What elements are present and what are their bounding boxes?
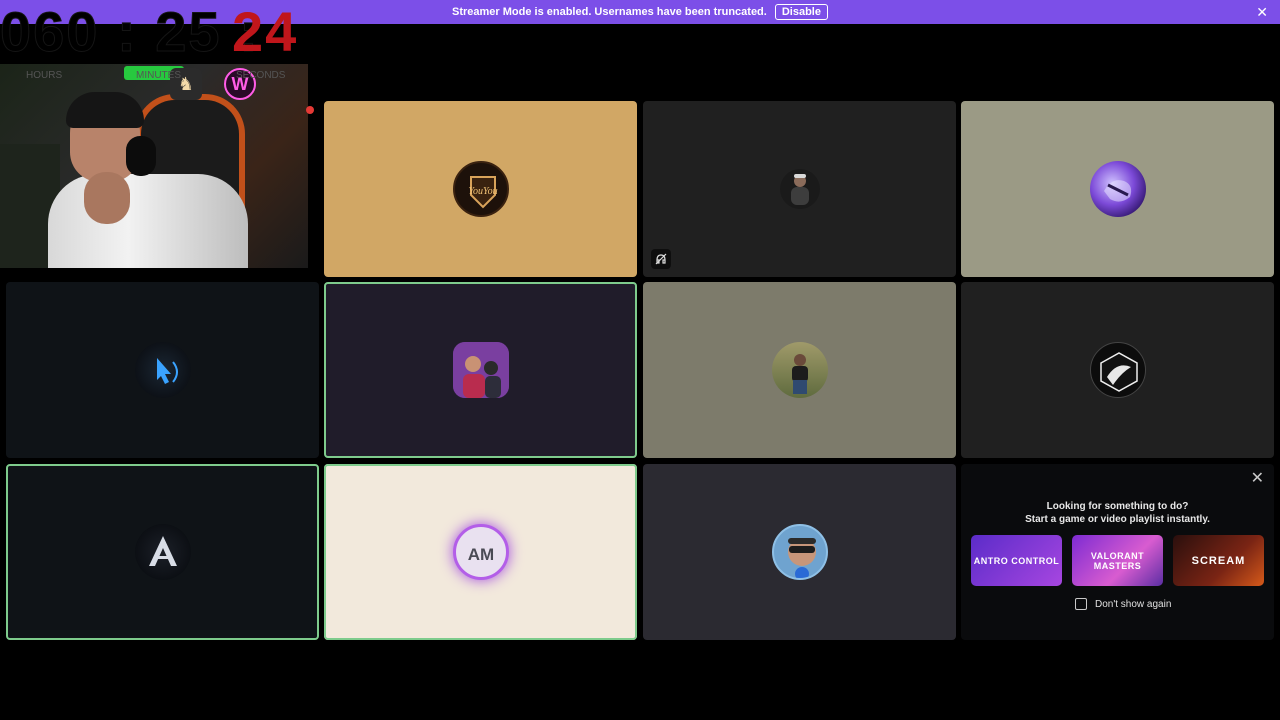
banner-message: Streamer Mode is enabled. Usernames have… <box>452 6 767 18</box>
dont-show-again-label: Don't show again <box>1095 598 1172 610</box>
black-art-icon <box>1099 352 1138 392</box>
man-sunglasses-icon <box>787 538 816 578</box>
youyou-text: YouYou <box>468 186 497 197</box>
am-text: AM <box>467 545 493 564</box>
streamer-hair <box>66 92 144 128</box>
streamer-hand <box>84 172 130 224</box>
timer-hours: 060 <box>0 0 100 63</box>
participant-tile-6[interactable] <box>643 282 956 458</box>
headset <box>126 136 156 176</box>
participant-tile-10[interactable] <box>643 464 956 640</box>
close-icon[interactable]: ✕ <box>1256 4 1268 20</box>
card-title: SCREAM <box>1191 554 1246 567</box>
card-title: ANTRO CONTROL <box>973 555 1060 566</box>
participant-tile-youyou[interactable]: YouYou <box>324 101 637 277</box>
avatar <box>1089 161 1146 217</box>
card-title: VALORANT MASTERS <box>1090 550 1145 571</box>
activity-heading: Looking for something to do? <box>1046 501 1189 512</box>
avatar <box>134 524 191 580</box>
participant-tile-3[interactable] <box>961 101 1274 277</box>
activity-subheading: Start a game or video playlist instantly… <box>1025 514 1210 525</box>
deafened-icon <box>651 249 671 269</box>
avatar <box>134 342 191 398</box>
timer-minutes: 25 <box>155 0 222 63</box>
avatar <box>452 342 509 398</box>
avatar <box>1089 342 1146 398</box>
dont-show-again-checkbox[interactable]: Don't show again <box>1075 598 1171 610</box>
participant-tile-4[interactable] <box>6 282 319 458</box>
avatar <box>771 342 828 398</box>
timer-label-hours: HOURS <box>26 70 63 81</box>
participant-tile-5[interactable] <box>324 282 637 458</box>
activity-card-scream[interactable]: SCREAM <box>1173 535 1264 586</box>
activity-suggestion-panel: ✕ Looking for something to do? Start a g… <box>961 464 1274 640</box>
participant-tile-2[interactable] <box>643 101 956 277</box>
timer-label-seconds: SECONDS <box>236 70 286 81</box>
streamer-body <box>48 174 248 268</box>
timer-separator-1: : <box>117 0 138 63</box>
participant-tile-8[interactable] <box>6 464 319 640</box>
avatar: AM <box>452 524 509 580</box>
timer-label-minutes: MINUTES <box>136 70 181 81</box>
youyou-shield-icon: YouYou <box>468 176 497 209</box>
participant-tile-9[interactable]: AM <box>324 464 637 640</box>
blue-cursor-icon <box>156 358 178 384</box>
disable-streamer-mode-button[interactable]: Disable <box>774 4 828 20</box>
close-icon[interactable]: ✕ <box>1251 468 1264 488</box>
purple-art-icon <box>1103 180 1131 202</box>
countdown-timer: 060 : 25 : 24 <box>0 3 296 60</box>
live-indicator <box>306 106 314 114</box>
checkbox-box[interactable] <box>1075 598 1087 610</box>
participant-tile-7[interactable] <box>961 282 1274 458</box>
timer-seconds: 24 <box>232 0 299 63</box>
avatar <box>779 169 820 209</box>
am-logo-icon: AM <box>467 545 493 564</box>
activity-card-valorant-masters[interactable]: VALORANT MASTERS <box>1072 535 1163 586</box>
person-outdoor-icon <box>791 354 808 394</box>
a-logo-icon <box>148 536 177 566</box>
avatar <box>771 524 828 580</box>
activity-card-antro-control[interactable]: ANTRO CONTROL <box>971 535 1062 586</box>
person-photo-icon <box>790 174 809 205</box>
streamer-webcam: ♞ W <box>0 64 308 268</box>
footballer-photo-icon <box>452 342 509 398</box>
avatar: YouYou <box>452 161 509 217</box>
